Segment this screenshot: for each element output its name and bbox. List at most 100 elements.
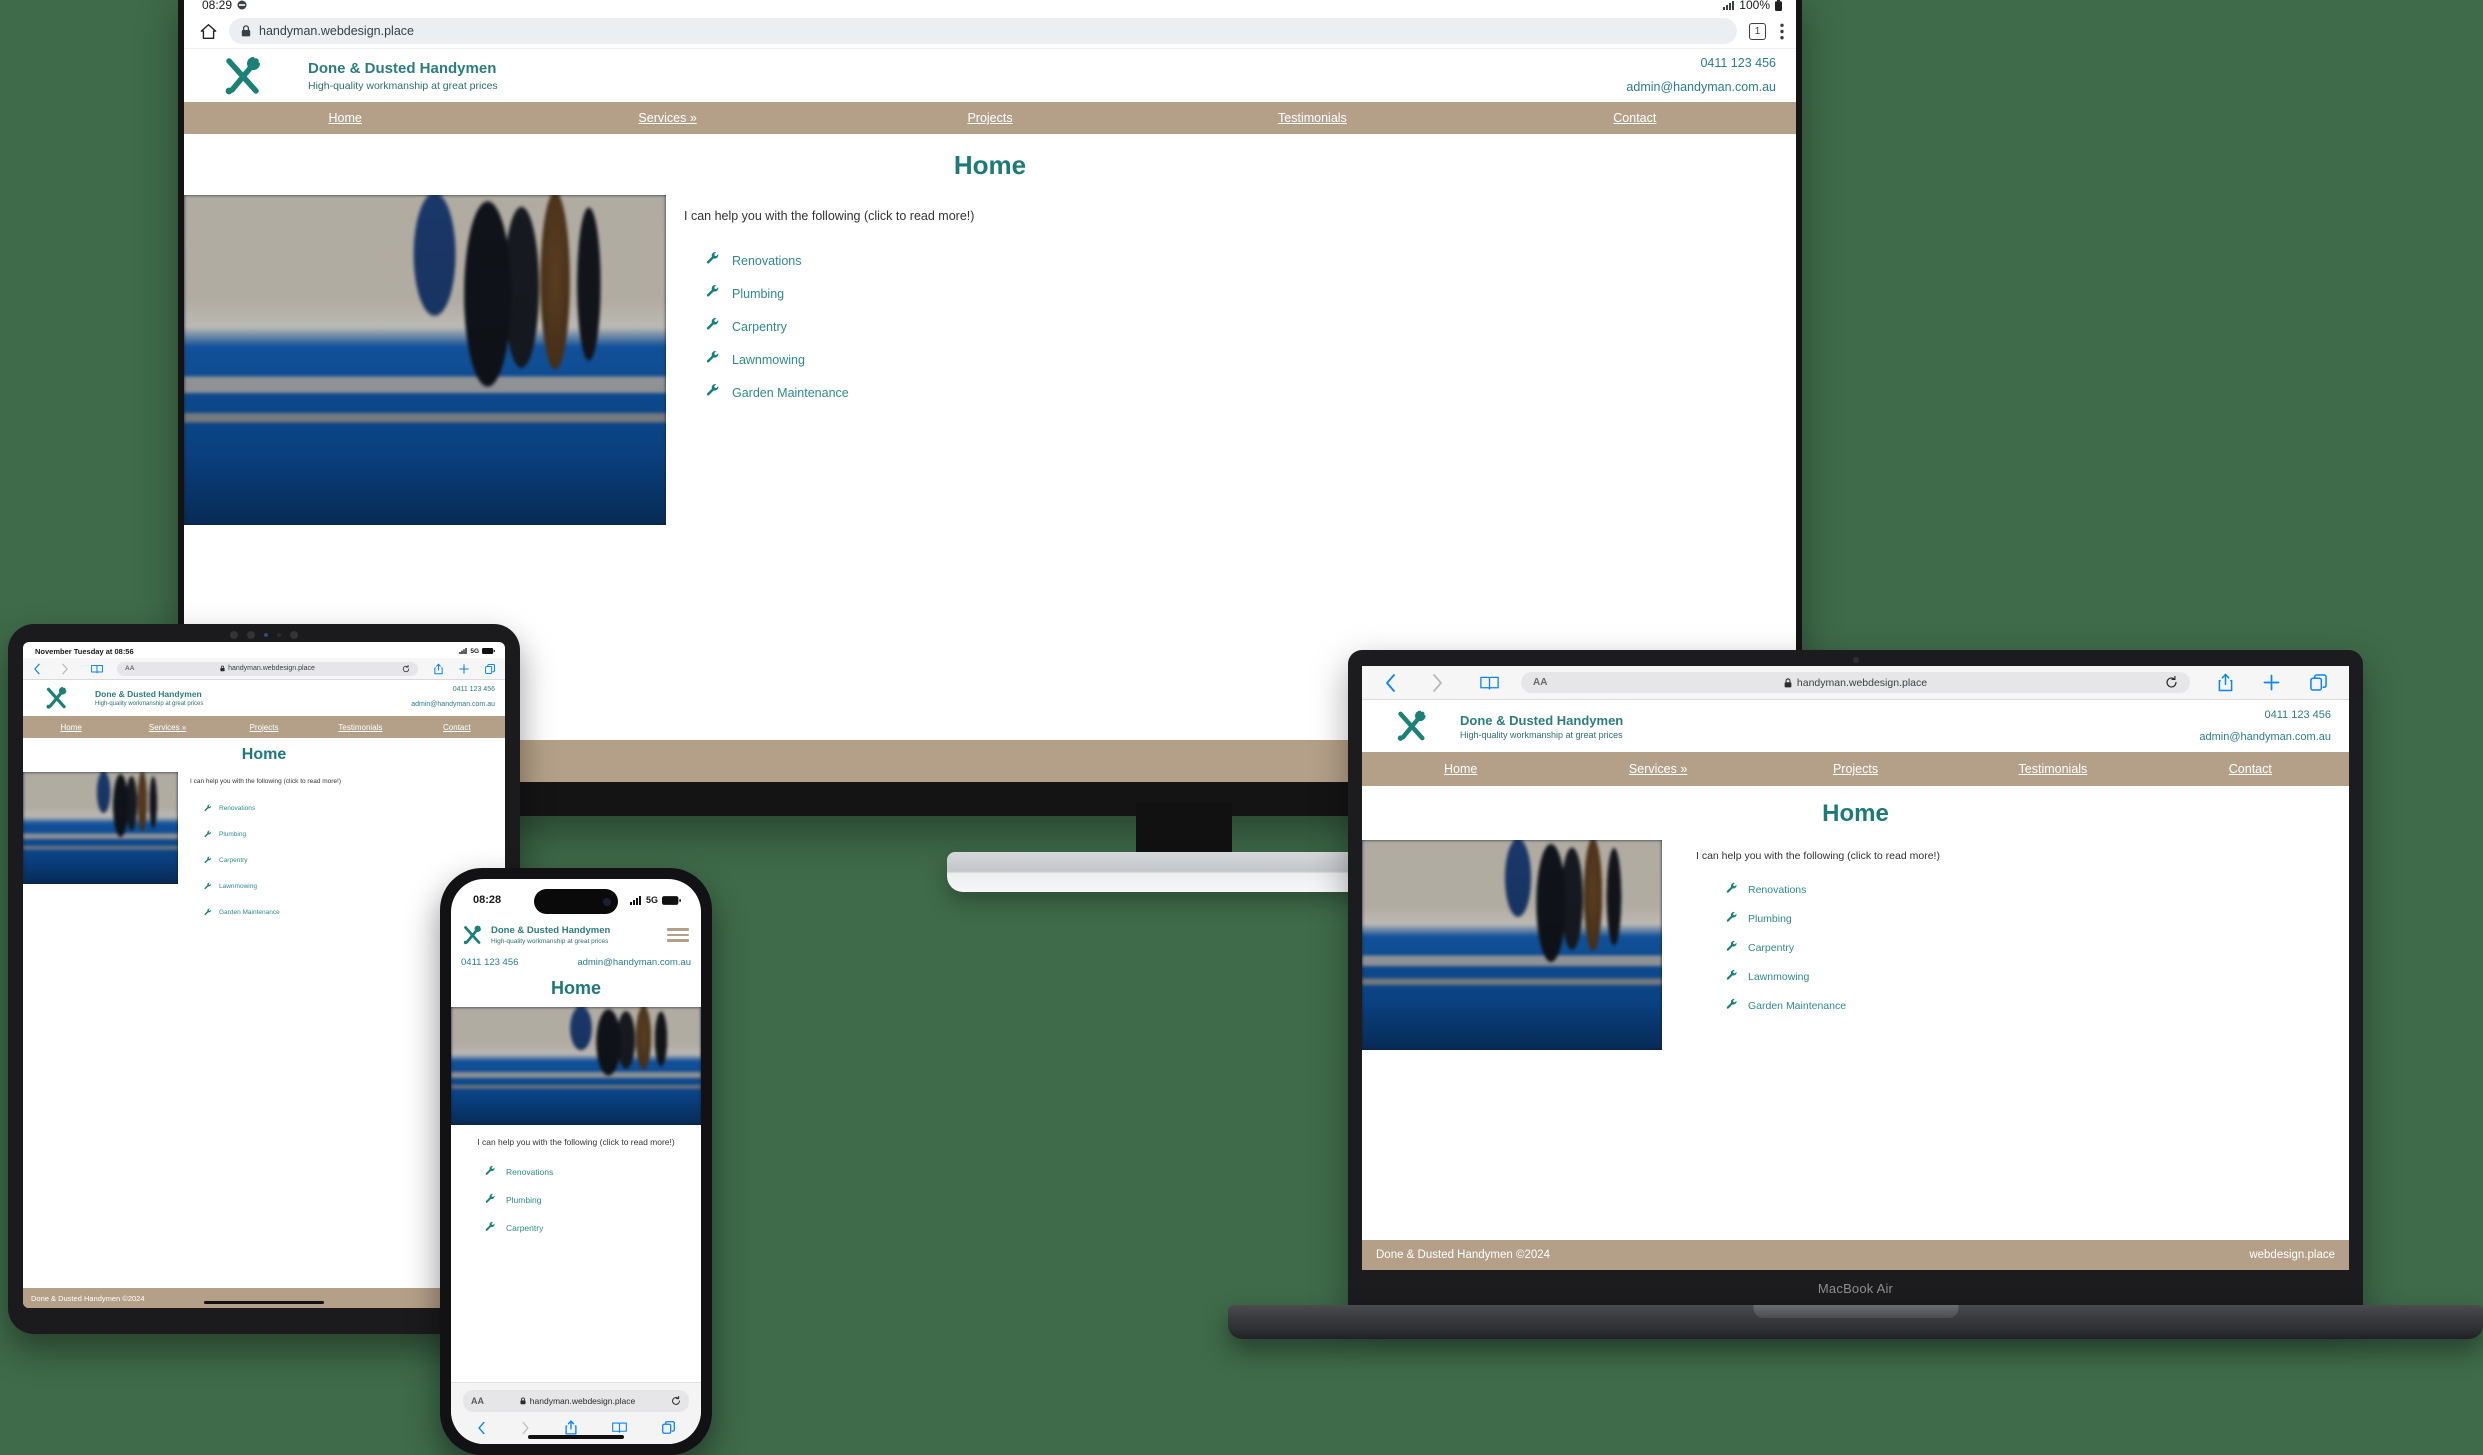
reload-icon[interactable]: [671, 1396, 681, 1406]
service-link-renovations[interactable]: Renovations: [204, 799, 341, 817]
service-link-renovations[interactable]: Renovations: [485, 1163, 701, 1181]
network-label: 5G: [645, 895, 658, 905]
home-indicator[interactable]: [528, 1435, 624, 1439]
service-link-lawnmowing[interactable]: Lawnmowing: [1726, 968, 1940, 986]
site-header: Done & Dusted Handymen High-quality work…: [1362, 700, 2349, 752]
header-email-link[interactable]: admin@handyman.com.au: [577, 957, 691, 968]
tabs-icon[interactable]: [485, 663, 495, 674]
hamburger-menu-icon[interactable]: [667, 925, 689, 945]
home-icon[interactable]: [200, 23, 217, 40]
wrench-icon: [485, 1219, 496, 1237]
service-link-garden-maintenance[interactable]: Garden Maintenance: [1726, 997, 1940, 1015]
back-chevron-icon[interactable]: [477, 1421, 486, 1435]
service-label: Garden Maintenance: [219, 908, 280, 916]
nav-item-services[interactable]: Services »: [506, 111, 828, 125]
brand-tagline: High-quality workmanship at great prices: [491, 938, 609, 945]
back-chevron-icon[interactable]: [1384, 673, 1397, 693]
reload-icon[interactable]: [2165, 676, 2178, 689]
nav-item-contact[interactable]: Contact: [1474, 111, 1796, 125]
service-link-renovations[interactable]: Renovations: [1726, 881, 1940, 899]
text-size-label[interactable]: AA: [125, 665, 134, 672]
nav-item-contact[interactable]: Contact: [2152, 762, 2349, 776]
tab-count-icon[interactable]: 1: [1749, 22, 1766, 40]
bookmarks-icon[interactable]: [612, 1421, 627, 1434]
page-title: Home: [241, 746, 287, 763]
address-bar[interactable]: handyman.webdesign.place: [229, 18, 1737, 44]
nav-item-projects[interactable]: Projects: [1757, 762, 1954, 776]
lock-icon: [520, 1397, 526, 1405]
nav-item-home[interactable]: Home: [1362, 762, 1559, 776]
safari-address-bar[interactable]: AA handyman.webdesign.place: [117, 661, 418, 676]
nav-item-testimonials[interactable]: Testimonials: [312, 723, 408, 732]
header-phone-link[interactable]: 0411 123 456: [461, 957, 518, 968]
service-label: Lawnmowing: [219, 882, 257, 890]
text-size-label[interactable]: AA: [1533, 677, 1547, 688]
share-icon[interactable]: [434, 663, 443, 675]
nav-item-home[interactable]: Home: [184, 111, 506, 125]
nav-item-projects[interactable]: Projects: [216, 723, 312, 732]
page-body: I can help you with the following (click…: [1362, 840, 2349, 1050]
services-intro: I can help you with the following (click…: [190, 778, 342, 785]
service-link-plumbing[interactable]: Plumbing: [706, 284, 974, 303]
nav-item-testimonials[interactable]: Testimonials: [1954, 762, 2151, 776]
header-email-link[interactable]: admin@handyman.com.au: [1626, 76, 1776, 100]
nav-item-home[interactable]: Home: [23, 723, 119, 732]
wrench-icon: [706, 350, 720, 369]
footer-copyright: Done & Dusted Handymen ©2024: [31, 1293, 145, 1303]
service-link-garden-maintenance[interactable]: Garden Maintenance: [706, 383, 974, 402]
nav-item-testimonials[interactable]: Testimonials: [1151, 111, 1473, 125]
share-icon[interactable]: [565, 1420, 577, 1435]
status-time: 08:29: [202, 0, 233, 12]
service-link-lawnmowing[interactable]: Lawnmowing: [706, 350, 974, 369]
header-contact-row: 0411 123 456 admin@handyman.com.au: [451, 957, 701, 968]
tools-logo-icon: [463, 925, 482, 945]
nav-item-projects[interactable]: Projects: [829, 111, 1151, 125]
overflow-menu-icon[interactable]: [1780, 23, 1784, 40]
text-size-label[interactable]: AA: [471, 1396, 484, 1406]
header-phone-link[interactable]: 0411 123 456: [411, 683, 495, 698]
footer-credit[interactable]: webdesign.place: [2249, 1249, 2335, 1261]
service-label: Renovations: [219, 804, 256, 812]
service-link-plumbing[interactable]: Plumbing: [1726, 910, 1940, 928]
safari-tool-row: [463, 1412, 689, 1435]
header-phone-link[interactable]: 0411 123 456: [1626, 52, 1776, 76]
reload-icon[interactable]: [402, 664, 410, 673]
nav-item-contact[interactable]: Contact: [409, 723, 505, 732]
header-email-link[interactable]: admin@handyman.com.au: [2199, 726, 2331, 748]
wrench-icon: [706, 251, 720, 270]
header-email-link[interactable]: admin@handyman.com.au: [411, 698, 495, 713]
service-link-carpentry[interactable]: Carpentry: [204, 851, 341, 869]
service-link-garden-maintenance[interactable]: Garden Maintenance: [204, 903, 341, 921]
service-link-renovations[interactable]: Renovations: [706, 251, 974, 270]
nav-item-services[interactable]: Services »: [1559, 762, 1756, 776]
safari-address-bar[interactable]: AA handyman.webdesign.place: [463, 1390, 689, 1412]
laptop-hinge-notch: [1753, 1305, 1958, 1318]
new-tab-icon[interactable]: [459, 663, 469, 674]
safari-url: handyman.webdesign.place: [1796, 676, 1928, 689]
service-link-carpentry[interactable]: Carpentry: [706, 317, 974, 336]
bookmarks-icon[interactable]: [1480, 675, 1499, 691]
service-link-carpentry[interactable]: Carpentry: [485, 1219, 701, 1237]
header-phone-link[interactable]: 0411 123 456: [2199, 704, 2331, 726]
laptop-screen: AA handyman.webdesign.place Done & Duste…: [1362, 666, 2349, 1270]
tabs-icon[interactable]: [2310, 674, 2327, 691]
service-link-lawnmowing[interactable]: Lawnmowing: [204, 877, 341, 895]
tabs-icon[interactable]: [662, 1421, 675, 1434]
forward-chevron-icon[interactable]: [1431, 673, 1444, 693]
page-title: Home: [953, 150, 1027, 180]
back-chevron-icon[interactable]: [33, 663, 41, 675]
service-link-plumbing[interactable]: Plumbing: [204, 825, 341, 843]
forward-chevron-icon[interactable]: [521, 1421, 530, 1435]
service-label: Renovations: [1748, 884, 1807, 896]
safari-address-bar[interactable]: AA handyman.webdesign.place: [1521, 672, 2190, 693]
share-icon[interactable]: [2218, 673, 2233, 692]
new-tab-icon[interactable]: [2263, 674, 2280, 691]
nav-item-services[interactable]: Services »: [119, 723, 215, 732]
forward-chevron-icon[interactable]: [61, 663, 69, 675]
bookmarks-icon[interactable]: [91, 664, 103, 674]
battery-percent: 100%: [1739, 0, 1770, 12]
service-link-plumbing[interactable]: Plumbing: [485, 1191, 701, 1209]
safari-toolbar: AA handyman.webdesign.place: [1362, 666, 2349, 700]
service-link-carpentry[interactable]: Carpentry: [1726, 939, 1940, 957]
home-indicator[interactable]: [204, 1301, 324, 1304]
